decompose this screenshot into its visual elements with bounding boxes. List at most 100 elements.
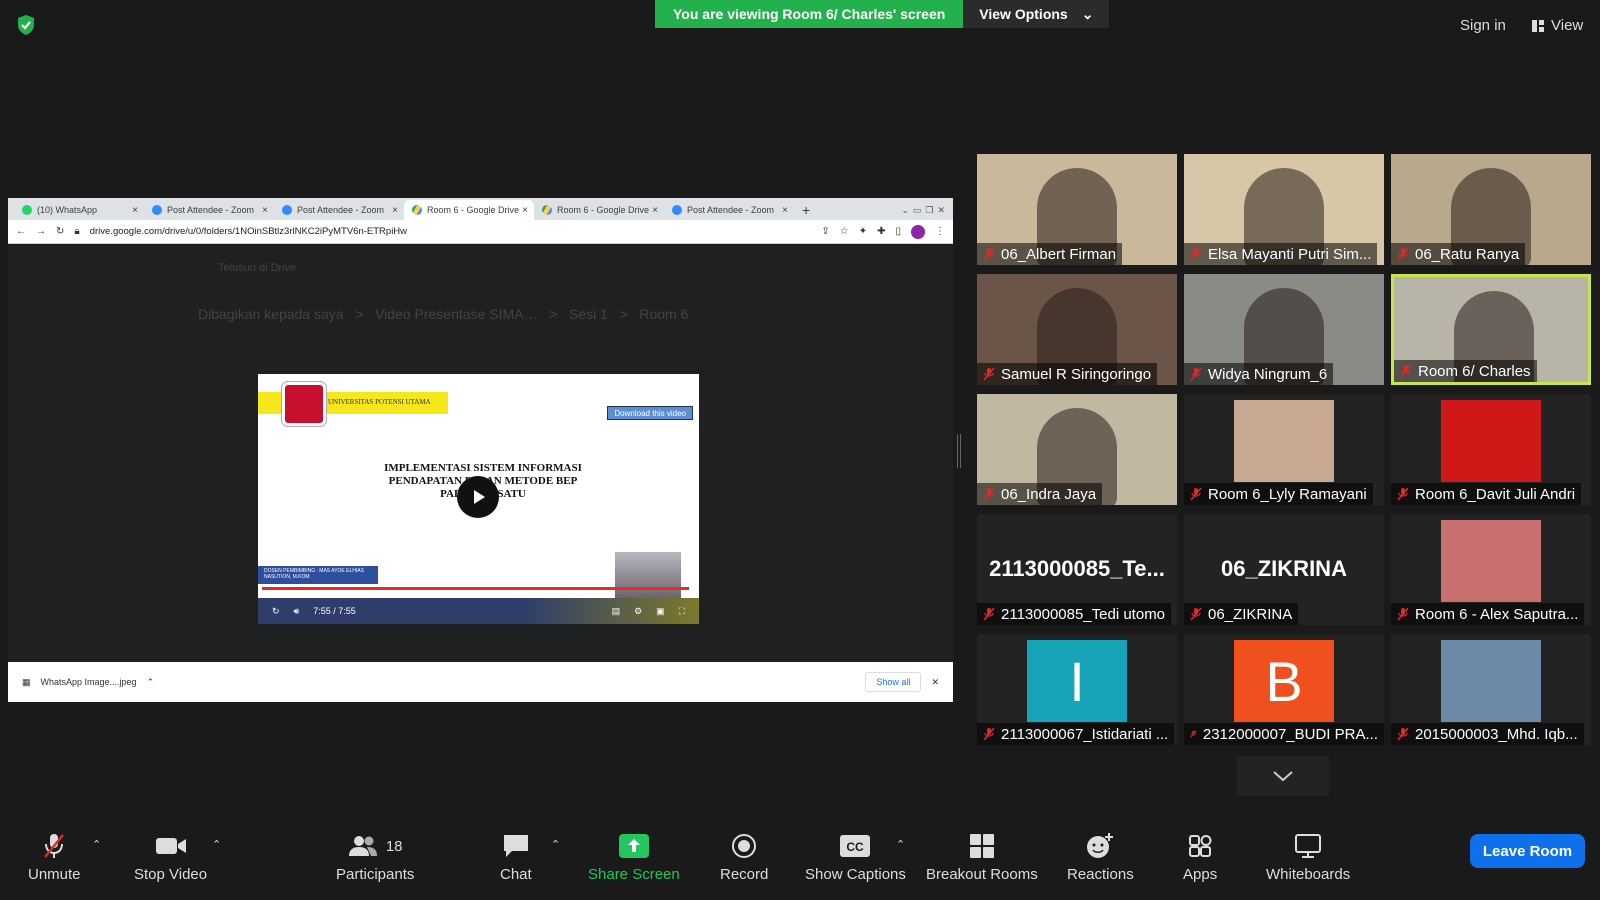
microphone-muted-icon [1190, 487, 1202, 501]
whiteboards-button[interactable]: Whiteboards [1266, 832, 1350, 883]
view-options-button[interactable]: View Options ⌄ [963, 0, 1110, 28]
viewing-banner: You are viewing Room 6/ Charles' screen … [655, 0, 1110, 28]
encryption-shield-icon[interactable] [16, 14, 36, 36]
play-button[interactable] [457, 476, 499, 518]
participant-tile[interactable]: Elsa Mayanti Putri Sim... [1184, 154, 1384, 265]
close-icon[interactable]: × [652, 205, 658, 216]
browser-tab[interactable]: Post Attendee - Zoom × [144, 200, 274, 220]
captions-options-caret[interactable]: ⌃ [896, 838, 905, 851]
sidebar-icon[interactable]: ▯ [895, 226, 901, 237]
title-line: IMPLEMENTASI SISTEM INFORMASI [384, 462, 582, 474]
apps-button[interactable]: Apps [1183, 832, 1217, 883]
new-tab-button[interactable]: + [802, 200, 810, 220]
participant-tile[interactable]: 2015000003_Mhd. Iqb... [1391, 634, 1591, 745]
close-icon[interactable]: × [262, 205, 268, 216]
view-button[interactable]: View [1531, 17, 1583, 34]
gallery-next-page-button[interactable] [1237, 756, 1329, 796]
browser-tab-active[interactable]: Room 6 - Google Drive × [404, 200, 534, 220]
unmute-label: Unmute [28, 866, 81, 883]
leave-room-button[interactable]: Leave Room [1470, 834, 1585, 868]
whatsapp-icon [22, 205, 32, 215]
video-options-caret[interactable]: ⌃ [212, 838, 221, 851]
participant-tile[interactable]: Samuel R Siringoringo [977, 274, 1177, 385]
back-icon[interactable]: ← [16, 226, 26, 237]
close-icon[interactable]: × [782, 205, 788, 216]
participant-tile[interactable]: B 2312000007_BUDI PRA... [1184, 634, 1384, 745]
participant-tile[interactable]: Widya Ningrum_6 [1184, 274, 1384, 385]
participant-name-label: 06_Ratu Ranya [1391, 243, 1526, 265]
participant-name-label: 06_Indra Jaya [977, 483, 1103, 505]
share-screen-label: Share Screen [588, 866, 680, 883]
stop-video-button[interactable]: Stop Video [134, 832, 207, 883]
participant-tile[interactable]: Room 6 - Alex Saputra... [1391, 514, 1591, 625]
close-icon[interactable]: × [522, 205, 528, 216]
shared-screen[interactable]: (10) WhatsApp × Post Attendee - Zoom × Pos… [8, 198, 953, 702]
participant-tile[interactable]: 2113000085_Te... 2113000085_Tedi utomo [977, 514, 1177, 625]
volume-icon[interactable]: 🔊︎ [294, 606, 300, 617]
participant-name: 06_Ratu Ranya [1415, 245, 1520, 263]
download-item[interactable]: WhatsApp Image....jpeg [41, 677, 137, 687]
share-screen-button[interactable]: Share Screen [588, 832, 680, 883]
grid-view-icon [1532, 19, 1544, 32]
participant-photo [1441, 640, 1541, 722]
browser-tab[interactable]: Room 6 - Google Drive × [534, 200, 664, 220]
download-video-button[interactable]: Download this video [607, 406, 693, 420]
share-icon[interactable]: ⇪ [821, 226, 829, 237]
fullscreen-icon[interactable]: ⛶ [679, 606, 685, 617]
star-icon[interactable]: ☆ [840, 226, 849, 237]
participant-tile[interactable]: Room 6_Lyly Ramayani [1184, 394, 1384, 505]
chevron-up-icon[interactable]: ⌃ [147, 677, 155, 688]
menu-icon[interactable]: ⋮ [935, 226, 945, 237]
whiteboard-icon [1295, 834, 1322, 858]
replay-icon[interactable]: ↻ [272, 606, 280, 617]
participants-button[interactable]: 18 Participants [336, 832, 414, 883]
captions-icon[interactable]: ▤ [612, 606, 621, 617]
show-all-button[interactable]: Show all [865, 672, 922, 692]
participant-tile[interactable]: Room 6/ Charles [1391, 274, 1591, 385]
participant-tile[interactable]: Room 6_Davit Juli Andri [1391, 394, 1591, 505]
close-icon[interactable]: ✕ [937, 205, 945, 216]
show-captions-button[interactable]: CC Show Captions [805, 832, 906, 883]
profile-avatar[interactable] [911, 224, 925, 239]
participant-tile[interactable]: I 2113000067_Istidariati ... [977, 634, 1177, 745]
miniplayer-icon[interactable]: ▣ [656, 606, 665, 617]
reactions-button[interactable]: Reactions [1067, 832, 1134, 883]
browser-tab[interactable]: Post Attendee - Zoom × [664, 200, 794, 220]
participant-display-name: 06_ZIKRINA [1221, 556, 1347, 581]
reload-icon[interactable]: ↻ [56, 226, 64, 237]
minimize-icon[interactable]: ▭ [913, 205, 922, 216]
chevron-down-icon[interactable]: ⌄ [901, 205, 909, 216]
browser-tab[interactable]: (10) WhatsApp × [14, 200, 144, 220]
microphone-muted-icon [1190, 247, 1202, 261]
participants-label: Participants [336, 866, 415, 883]
video-progress-bar[interactable] [262, 587, 689, 590]
microphone-muted-icon [1397, 487, 1409, 501]
puzzle-icon[interactable]: ✚ [877, 226, 885, 237]
participant-tile[interactable]: 06_Ratu Ranya [1391, 154, 1591, 265]
resize-handle[interactable] [957, 434, 961, 468]
browser-tab[interactable]: Post Attendee - Zoom × [274, 200, 404, 220]
participants-icon [348, 836, 377, 856]
chat-options-caret[interactable]: ⌃ [551, 838, 560, 851]
close-icon[interactable]: × [392, 205, 398, 216]
participant-tile[interactable]: 06_Indra Jaya [977, 394, 1177, 505]
participant-tile[interactable]: 06_ZIKRINA 06_ZIKRINA [1184, 514, 1384, 625]
close-icon[interactable]: × [132, 205, 138, 216]
video-player[interactable]: UNIVERSITAS POTENSI UTAMA Download this … [258, 374, 699, 624]
close-icon[interactable]: ✕ [931, 677, 939, 688]
forward-icon[interactable]: → [36, 226, 46, 237]
unmute-button[interactable]: Unmute [28, 832, 81, 883]
restore-icon[interactable]: ❐ [925, 205, 933, 216]
record-button[interactable]: Record [720, 832, 768, 883]
url-field[interactable]: drive.google.com/drive/u/0/folders/1NOin… [90, 226, 812, 237]
breakout-rooms-button[interactable]: Breakout Rooms [926, 832, 1038, 883]
audio-options-caret[interactable]: ⌃ [92, 838, 101, 851]
extension-icon[interactable]: ✦ [859, 226, 867, 237]
participant-name-label: Widya Ningrum_6 [1184, 363, 1334, 385]
chat-button[interactable]: Chat [500, 832, 532, 883]
participant-tile[interactable]: 06_Albert Firman [977, 154, 1177, 265]
apps-label: Apps [1183, 866, 1218, 883]
participant-name: Elsa Mayanti Putri Sim... [1208, 245, 1372, 263]
settings-icon[interactable]: ⚙ [634, 606, 642, 617]
sign-in-button[interactable]: Sign in [1460, 17, 1506, 34]
